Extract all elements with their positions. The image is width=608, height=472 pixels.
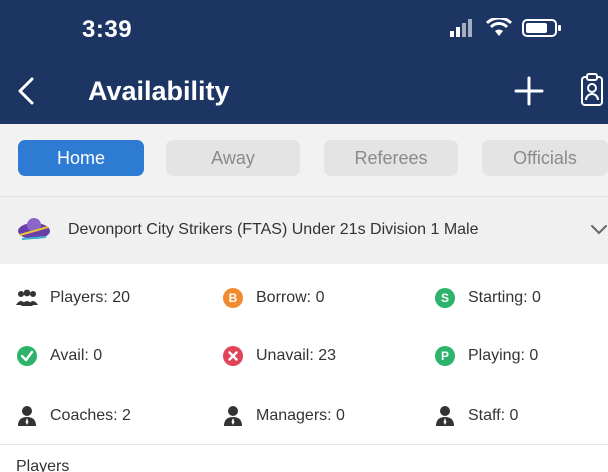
signal-icon (450, 19, 472, 37)
stat-playing: P Playing: 0 (434, 344, 538, 368)
playing-badge-icon: P (435, 346, 455, 366)
person-icon (434, 405, 456, 427)
players-group-icon (16, 287, 38, 309)
tab-home[interactable]: Home (18, 140, 144, 176)
clipboard-person-icon[interactable] (580, 72, 606, 108)
check-circle-icon (16, 345, 38, 367)
chevron-down-icon[interactable] (590, 223, 608, 237)
status-time: 3:39 (82, 16, 133, 43)
nav-bar: Availability (0, 58, 608, 124)
person-icon (222, 405, 244, 427)
x-circle-icon (222, 345, 244, 367)
stat-managers: Managers: 0 (222, 404, 345, 428)
availability-stats: Players: 20 B Borrow: 0 S Starting: 0 Av… (0, 264, 608, 444)
person-icon (16, 405, 38, 427)
team-name: Devonport City Strikers (FTAS) Under 21s… (68, 221, 479, 238)
stat-coaches-label: Coaches: 2 (50, 407, 131, 424)
status-bar: 3:39 (0, 0, 608, 58)
add-icon[interactable] (512, 74, 546, 108)
tab-officials[interactable]: Officials (482, 140, 608, 176)
page-title: Availability (88, 76, 230, 106)
stat-players: Players: 20 (16, 286, 130, 310)
stat-unavail-label: Unavail: 23 (256, 347, 337, 364)
tab-away[interactable]: Away (166, 140, 300, 176)
players-section-heading: Players (16, 458, 70, 472)
borrow-badge-icon: B (223, 288, 243, 308)
status-icons (450, 18, 562, 38)
stat-unavail: Unavail: 23 (222, 344, 336, 368)
stat-avail-label: Avail: 0 (50, 347, 103, 364)
section-divider (0, 444, 608, 445)
stat-avail: Avail: 0 (16, 344, 102, 368)
team-selector[interactable]: Devonport City Strikers (FTAS) Under 21s… (0, 196, 608, 264)
stat-staff-label: Staff: 0 (468, 407, 519, 424)
stat-borrow: B Borrow: 0 (222, 286, 324, 310)
wifi-icon (486, 18, 512, 36)
stat-starting-label: Starting: 0 (468, 289, 541, 306)
stat-playing-label: Playing: 0 (468, 347, 539, 364)
team-logo-icon (18, 218, 50, 240)
battery-icon (522, 19, 561, 37)
starting-badge-icon: S (435, 288, 455, 308)
stat-borrow-label: Borrow: 0 (256, 289, 325, 306)
stat-players-label: Players: 20 (50, 289, 131, 306)
stat-managers-label: Managers: 0 (256, 407, 345, 424)
stat-staff: Staff: 0 (434, 404, 518, 428)
segment-tabs: Home Away Referees Officials (0, 124, 608, 196)
stat-starting: S Starting: 0 (434, 286, 541, 310)
back-chevron-icon[interactable] (14, 76, 38, 106)
stat-coaches: Coaches: 2 (16, 404, 131, 428)
tab-referees[interactable]: Referees (324, 140, 458, 176)
